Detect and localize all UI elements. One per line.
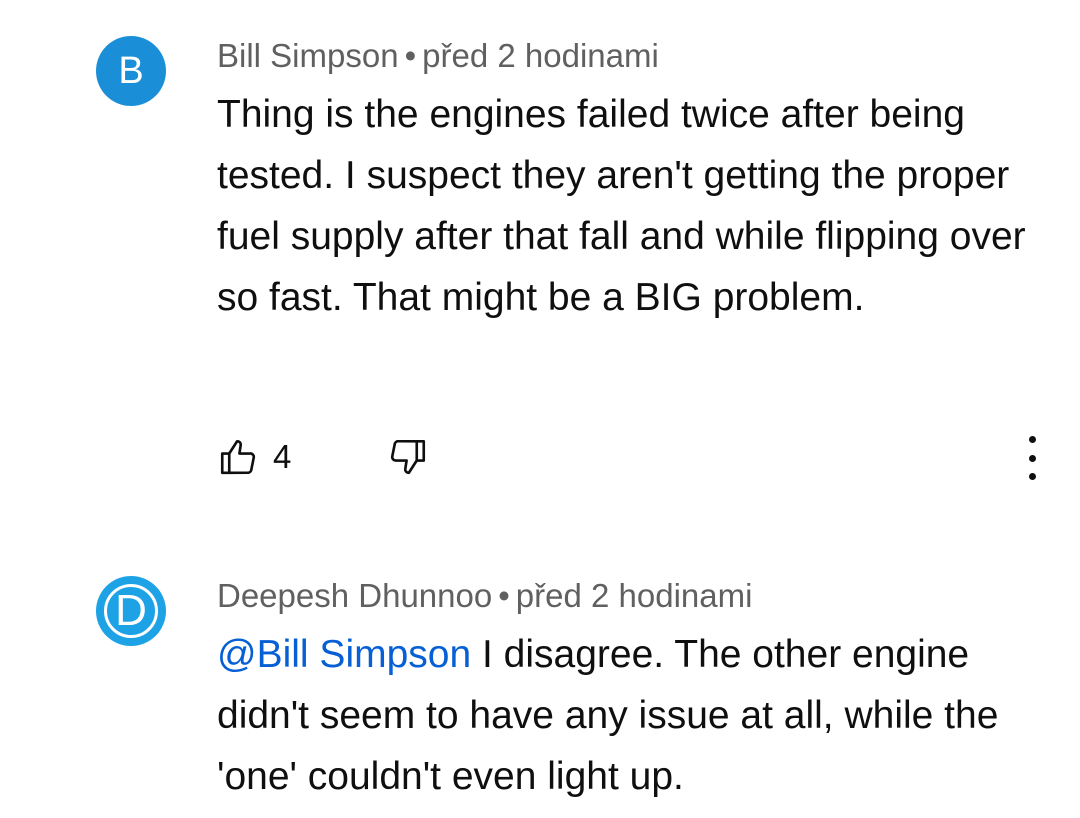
comment-time[interactable]: před 2 hodinami bbox=[422, 37, 659, 74]
comment-meta: Bill Simpson • před 2 hodinami bbox=[217, 36, 659, 76]
author-name[interactable]: Deepesh Dhunnoo bbox=[217, 577, 492, 614]
comment-meta: Deepesh Dhunnoo • před 2 hodinami bbox=[217, 576, 752, 616]
avatar-letter: D bbox=[104, 584, 158, 638]
avatar-letter: B bbox=[118, 50, 144, 92]
thumbs-down-icon bbox=[387, 436, 429, 478]
menu-dot bbox=[1028, 436, 1036, 443]
more-vertical-icon[interactable] bbox=[1017, 436, 1047, 480]
meta-separator: • bbox=[404, 37, 417, 74]
avatar[interactable]: D bbox=[96, 576, 166, 646]
menu-dot bbox=[1028, 454, 1036, 462]
thumbs-up-icon bbox=[217, 436, 259, 478]
dislike-button[interactable] bbox=[387, 432, 429, 482]
menu-dot bbox=[1028, 473, 1036, 480]
like-button[interactable]: 4 bbox=[217, 432, 291, 482]
comment-text: @Bill Simpson I disagree. The other engi… bbox=[217, 624, 1037, 807]
like-count: 4 bbox=[273, 438, 292, 475]
comment-text: Thing is the engines failed twice after … bbox=[217, 93, 1026, 319]
avatar[interactable]: B bbox=[96, 36, 166, 106]
meta-separator: • bbox=[498, 577, 510, 614]
comment-actions: 4 bbox=[217, 432, 1047, 482]
mention-link[interactable]: @Bill Simpson bbox=[217, 633, 471, 676]
author-name[interactable]: Bill Simpson bbox=[217, 37, 399, 74]
comment-time[interactable]: před 2 hodinami bbox=[516, 577, 753, 614]
